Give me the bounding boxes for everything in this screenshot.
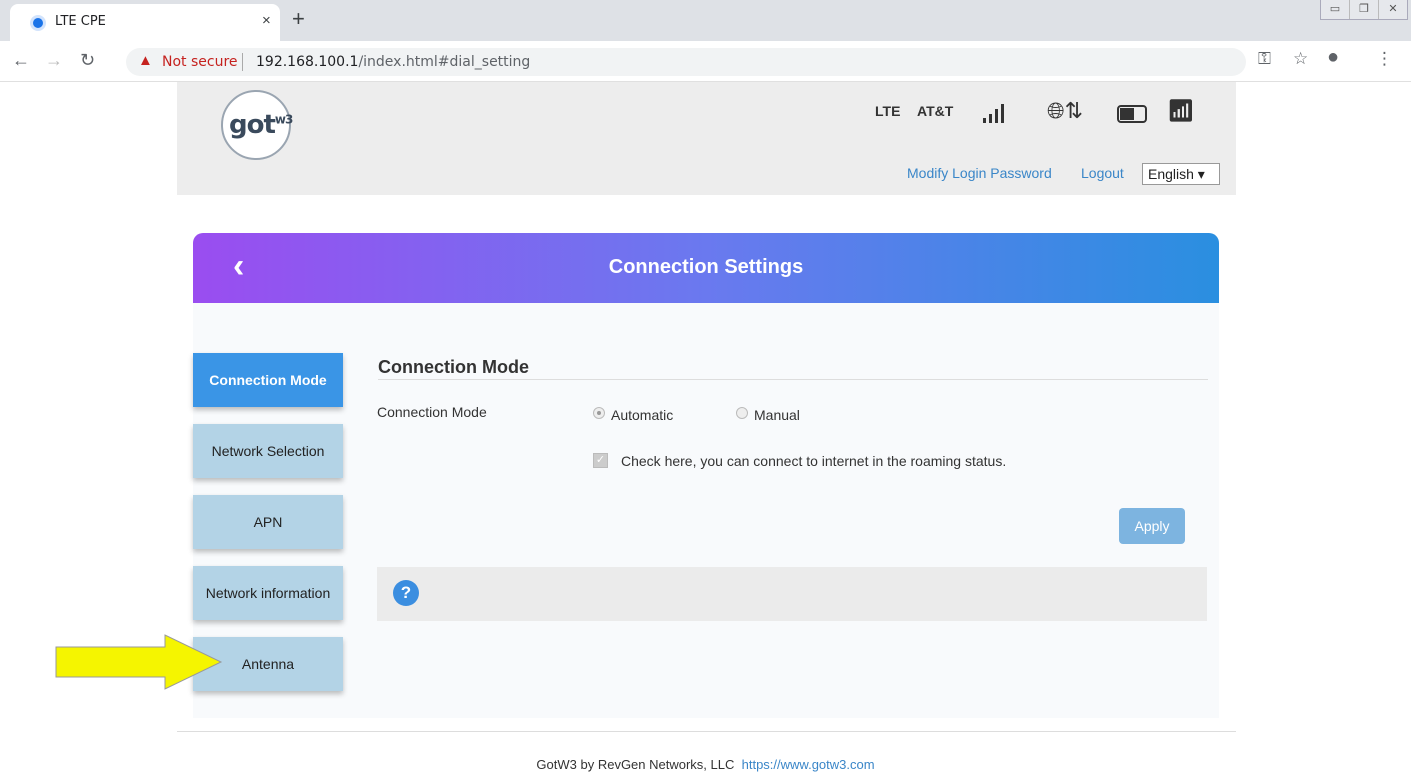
roaming-checkbox[interactable]: ✓ (593, 453, 608, 468)
modify-password-link[interactable]: Modify Login Password (907, 165, 1052, 181)
footer-link[interactable]: https://www.gotw3.com (742, 757, 875, 772)
network-type: LTE (875, 103, 901, 119)
close-window-icon[interactable]: ✕ (1379, 0, 1407, 19)
reload-icon[interactable]: ↻ (80, 50, 95, 71)
browser-tab-strip: LTE CPE × + ▭ ❐ ✕ (0, 0, 1411, 41)
url-host: 192.168.100.1 (256, 54, 359, 70)
new-tab-button[interactable]: + (292, 6, 305, 32)
profile-icon[interactable]: ● (1327, 46, 1339, 69)
language-select[interactable]: English ▾ (1142, 163, 1220, 185)
logout-link[interactable]: Logout (1081, 165, 1124, 181)
key-icon[interactable]: ⚿ (1258, 49, 1271, 69)
automatic-label: Automatic (611, 407, 674, 423)
logo-text: gotw3 (229, 110, 293, 140)
not-secure-label: Not secure (162, 54, 238, 70)
section-title: Connection Mode (378, 357, 529, 377)
battery-icon (1117, 105, 1147, 123)
help-panel: ? (377, 567, 1207, 621)
url-text[interactable]: 192.168.100.1/index.html#dial_setting (256, 54, 530, 70)
roaming-label: Check here, you can connect to internet … (621, 453, 1007, 469)
address-bar[interactable]: ▲ Not secure 192.168.100.1/index.html#di… (126, 48, 1246, 76)
star-icon[interactable]: ☆ (1293, 49, 1308, 69)
footer-divider (177, 731, 1236, 732)
url-path: /index.html#dial_setting (358, 54, 531, 70)
apply-button[interactable]: Apply (1119, 508, 1185, 544)
footer: GotW3 by RevGen Networks, LLC https://ww… (0, 757, 1411, 772)
connection-mode-label: Connection Mode (377, 404, 487, 420)
globe-data-icon: 🌐︎⇅ (1047, 98, 1084, 123)
footer-company: GotW3 by RevGen Networks, LLC (536, 757, 735, 772)
signal-bars-icon (983, 104, 1004, 123)
sidebar-item-apn[interactable]: APN (193, 495, 343, 549)
settings-card: ‹ Connection Settings Connection Mode Net… (193, 233, 1219, 718)
sidebar-item-connection-mode[interactable]: Connection Mode (193, 353, 343, 407)
sidebar-item-network-information[interactable]: Network information (193, 566, 343, 620)
carrier-name: AT&T (917, 103, 954, 119)
page-title: Connection Settings (608, 256, 804, 278)
close-tab-icon[interactable]: × (262, 12, 271, 29)
page-banner: ‹ Connection Settings (193, 233, 1219, 303)
wifi-icon: 📶︎ (1167, 98, 1195, 123)
browser-tab[interactable]: LTE CPE × (10, 4, 280, 41)
automatic-radio[interactable] (593, 407, 605, 419)
favicon-icon (30, 15, 46, 31)
window-controls: ▭ ❐ ✕ (1320, 0, 1408, 20)
minimize-icon[interactable]: ▭ (1321, 0, 1350, 19)
manual-label: Manual (754, 407, 800, 423)
browser-toolbar: ← → ↻ ▲ Not secure 192.168.100.1/index.h… (0, 41, 1411, 82)
router-header: gotw3 LTE AT&T 🌐︎⇅ 📶︎ Modify Login Passw… (177, 82, 1236, 195)
help-icon[interactable]: ? (393, 580, 419, 606)
menu-dots-icon[interactable]: ⋮ (1376, 49, 1393, 69)
yellow-arrow-annotation (55, 634, 223, 690)
forward-arrow-icon[interactable]: → (45, 50, 63, 71)
divider (242, 53, 243, 71)
section-divider (378, 379, 1208, 380)
back-arrow-icon[interactable]: ← (12, 50, 30, 71)
sidebar-item-network-selection[interactable]: Network Selection (193, 424, 343, 478)
restore-icon[interactable]: ❐ (1350, 0, 1379, 19)
gotw3-logo: gotw3 (221, 90, 293, 160)
manual-radio[interactable] (736, 407, 748, 419)
warning-icon: ▲ (138, 52, 153, 69)
tab-title: LTE CPE (55, 14, 106, 29)
